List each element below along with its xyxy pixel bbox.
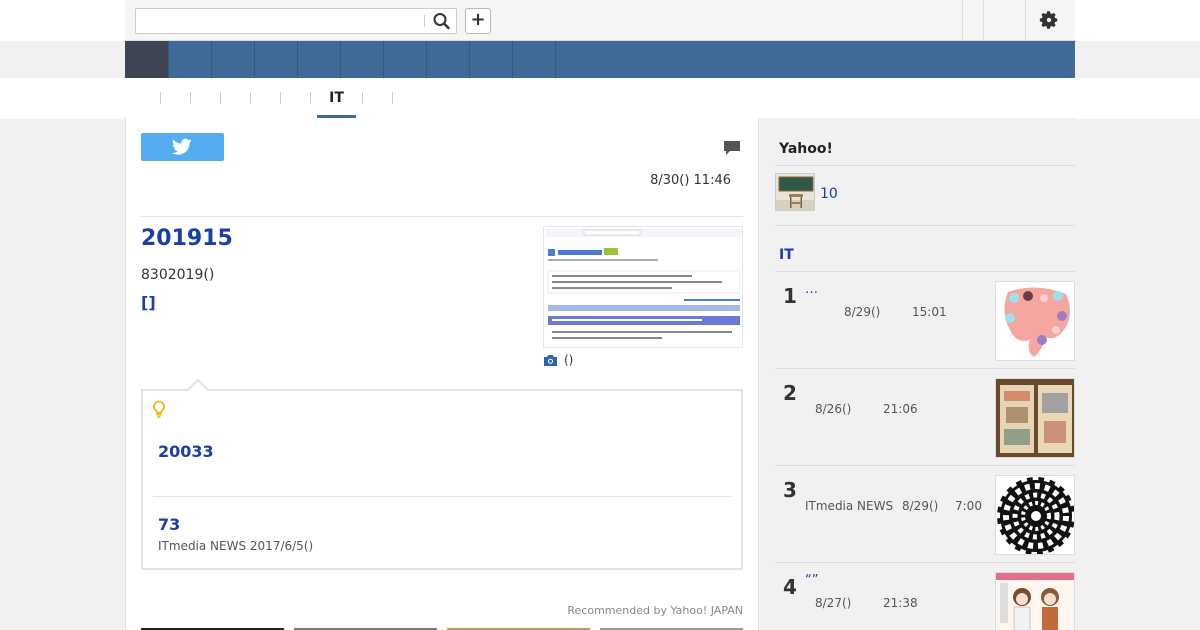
ranking-item[interactable]: 4 “” 8/27() 21:38 xyxy=(775,563,1075,630)
tab-category[interactable] xyxy=(162,78,188,119)
nav-item[interactable] xyxy=(513,41,556,78)
comment-button[interactable] xyxy=(722,138,742,158)
lightbulb-icon xyxy=(153,400,165,418)
rank-source: ITmedia NEWS xyxy=(805,499,894,513)
article-link[interactable]: [] xyxy=(141,293,156,312)
related-articles: 20033 73 ITmedia NEWS 2017/6/5() xyxy=(141,378,743,570)
sidebar-section-title: Yahoo! xyxy=(779,141,833,157)
top-bar: + xyxy=(0,0,1200,41)
related-link[interactable]: 20033 xyxy=(158,442,214,461)
rank-title[interactable]: “” xyxy=(805,573,818,588)
related-link[interactable]: 73 xyxy=(158,515,180,534)
rank-thumbnail[interactable] xyxy=(995,475,1075,555)
article-thumbnail[interactable] xyxy=(543,226,743,348)
rank-number: 3 xyxy=(783,478,797,502)
category-tabs: IT xyxy=(0,78,1200,119)
it-ranking-title[interactable]: IT xyxy=(779,247,794,263)
tab-category[interactable] xyxy=(282,78,308,119)
rank-time: 7:00 xyxy=(955,499,982,513)
tab-divider xyxy=(160,92,161,104)
screenshot-thumbnail-image xyxy=(544,227,742,347)
tab-divider xyxy=(310,92,311,104)
related-notch xyxy=(186,378,210,402)
rank-date: 8/29() xyxy=(902,499,939,513)
sidebar-link[interactable]: 10 xyxy=(820,186,838,202)
divider xyxy=(153,496,731,497)
comment-icon xyxy=(724,141,740,155)
search-box xyxy=(135,8,457,34)
article-panel: 8/30() 11:46 201915 8302019() [] () 2003… xyxy=(125,118,759,630)
twitter-share-button[interactable] xyxy=(141,133,224,161)
rank-time: 21:06 xyxy=(883,402,918,416)
tab-category[interactable] xyxy=(364,78,390,119)
related-source: ITmedia NEWS 2017/6/5() xyxy=(158,539,314,553)
search-divider xyxy=(424,15,425,27)
tab-divider xyxy=(280,92,281,104)
main-nav xyxy=(125,41,1075,78)
rank-thumbnail[interactable] xyxy=(995,572,1075,630)
tab-category[interactable] xyxy=(252,78,278,119)
divider xyxy=(962,0,963,40)
tab-divider xyxy=(392,92,393,104)
rank-date: 8/26() xyxy=(815,402,852,416)
nav-item[interactable] xyxy=(341,41,384,78)
search-icon xyxy=(433,13,450,30)
nav-item[interactable] xyxy=(427,41,470,78)
rank-date: 8/27() xyxy=(815,596,852,610)
optical-illusion-image xyxy=(996,476,1074,554)
cartoon-illustration xyxy=(996,282,1074,360)
tab-divider xyxy=(362,92,363,104)
rank-number: 4 xyxy=(783,575,797,599)
divider xyxy=(141,216,743,217)
search-button[interactable] xyxy=(430,11,452,31)
photo-caption-text: () xyxy=(564,353,574,367)
tab-divider xyxy=(220,92,221,104)
article-subline: 8302019() xyxy=(141,267,215,283)
tab-divider xyxy=(250,92,251,104)
nav-item[interactable] xyxy=(212,41,255,78)
tab-it[interactable]: IT xyxy=(317,78,356,119)
ranking-item[interactable]: 1 … 8/29() 15:01 xyxy=(775,272,1075,369)
sidebar: Yahoo! 10 IT 1 … 8/29() 15:01 2 8/26() 2… xyxy=(759,118,1075,630)
rank-time: 15:01 xyxy=(912,305,947,319)
tab-category[interactable] xyxy=(192,78,218,119)
anime-illustration xyxy=(996,573,1074,630)
photo-caption: () xyxy=(543,353,573,367)
camera-icon xyxy=(544,355,557,366)
nav-item[interactable] xyxy=(255,41,298,78)
rank-number: 1 xyxy=(783,284,797,308)
article-headline[interactable]: 201915 xyxy=(141,226,233,251)
ranking-item[interactable]: 3 ITmedia NEWS 8/29() 7:00 xyxy=(775,466,1075,563)
divider xyxy=(1025,0,1026,40)
gear-icon xyxy=(1039,11,1058,29)
rank-time: 21:38 xyxy=(883,596,918,610)
nav-item[interactable] xyxy=(470,41,513,78)
add-button[interactable]: + xyxy=(465,8,491,34)
divider xyxy=(775,225,1075,226)
nav-item[interactable] xyxy=(298,41,341,78)
twitter-icon xyxy=(172,138,192,155)
tab-category[interactable] xyxy=(222,78,248,119)
rank-thumbnail[interactable] xyxy=(995,281,1075,361)
rank-number: 2 xyxy=(783,381,797,405)
top-bar-inner: + xyxy=(125,0,1075,41)
classroom-thumbnail[interactable] xyxy=(775,173,815,211)
rank-title[interactable]: … xyxy=(805,282,818,297)
nav-item[interactable] xyxy=(169,41,212,78)
classroom-image xyxy=(776,174,814,210)
tab-divider xyxy=(190,92,191,104)
recommended-by-label: Recommended by Yahoo! JAPAN xyxy=(567,604,743,617)
search-input[interactable] xyxy=(136,9,424,33)
rank-date: 8/29() xyxy=(844,305,881,319)
ranking-item[interactable]: 2 8/26() 21:06 xyxy=(775,369,1075,466)
bulb-area xyxy=(152,400,166,422)
nav-item-home[interactable] xyxy=(125,41,169,78)
article-date: 8/30() 11:46 xyxy=(650,173,731,188)
nav-item[interactable] xyxy=(384,41,427,78)
rank-thumbnail[interactable] xyxy=(995,378,1075,458)
book-illustration xyxy=(996,379,1074,457)
divider xyxy=(983,0,984,40)
divider xyxy=(775,165,1075,166)
settings-button[interactable] xyxy=(1038,9,1060,31)
